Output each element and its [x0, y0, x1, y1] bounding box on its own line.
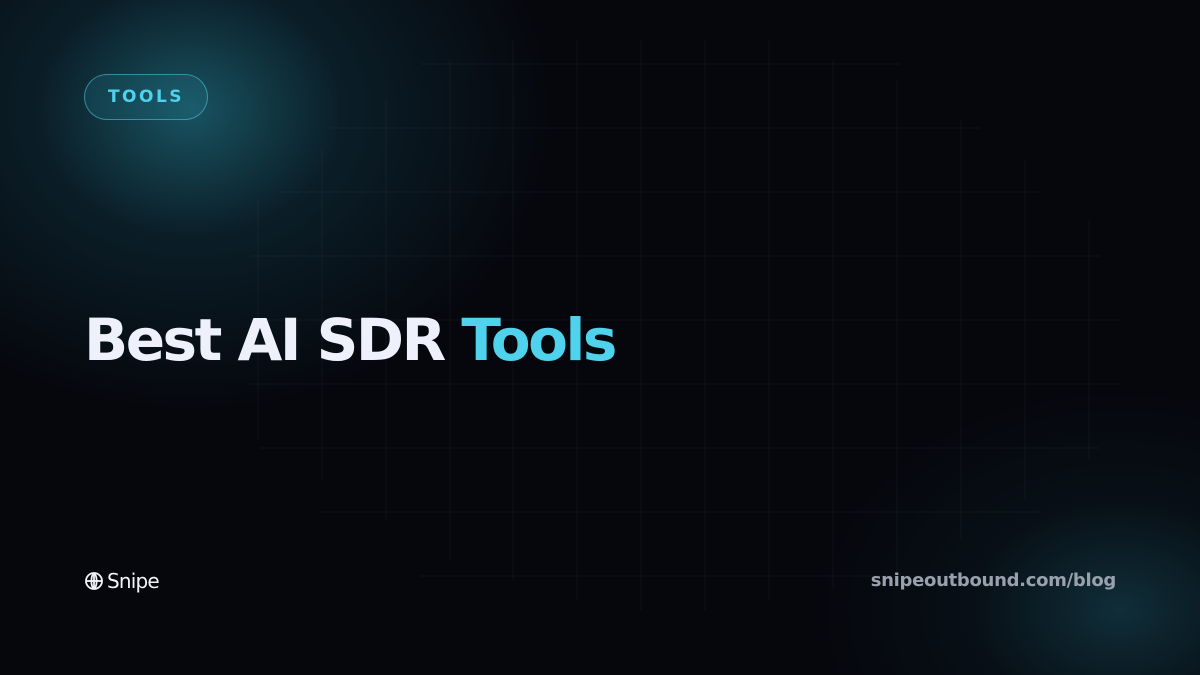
blog-url: snipeoutbound.com/blog: [870, 570, 1117, 591]
brand-name: Snipe: [107, 569, 160, 593]
page-title-accent: Tools: [461, 306, 617, 374]
page-title: Best AI SDR Tools: [84, 300, 617, 380]
crosshair-globe-icon: [85, 572, 103, 590]
category-badge: TOOLS: [84, 74, 208, 120]
page-title-main: Best AI SDR: [84, 306, 462, 374]
blog-cover: TOOLS Best AI SDR Tools Snipe snipeoutbo…: [0, 0, 1200, 675]
brand-logo: Snipe: [84, 568, 160, 594]
